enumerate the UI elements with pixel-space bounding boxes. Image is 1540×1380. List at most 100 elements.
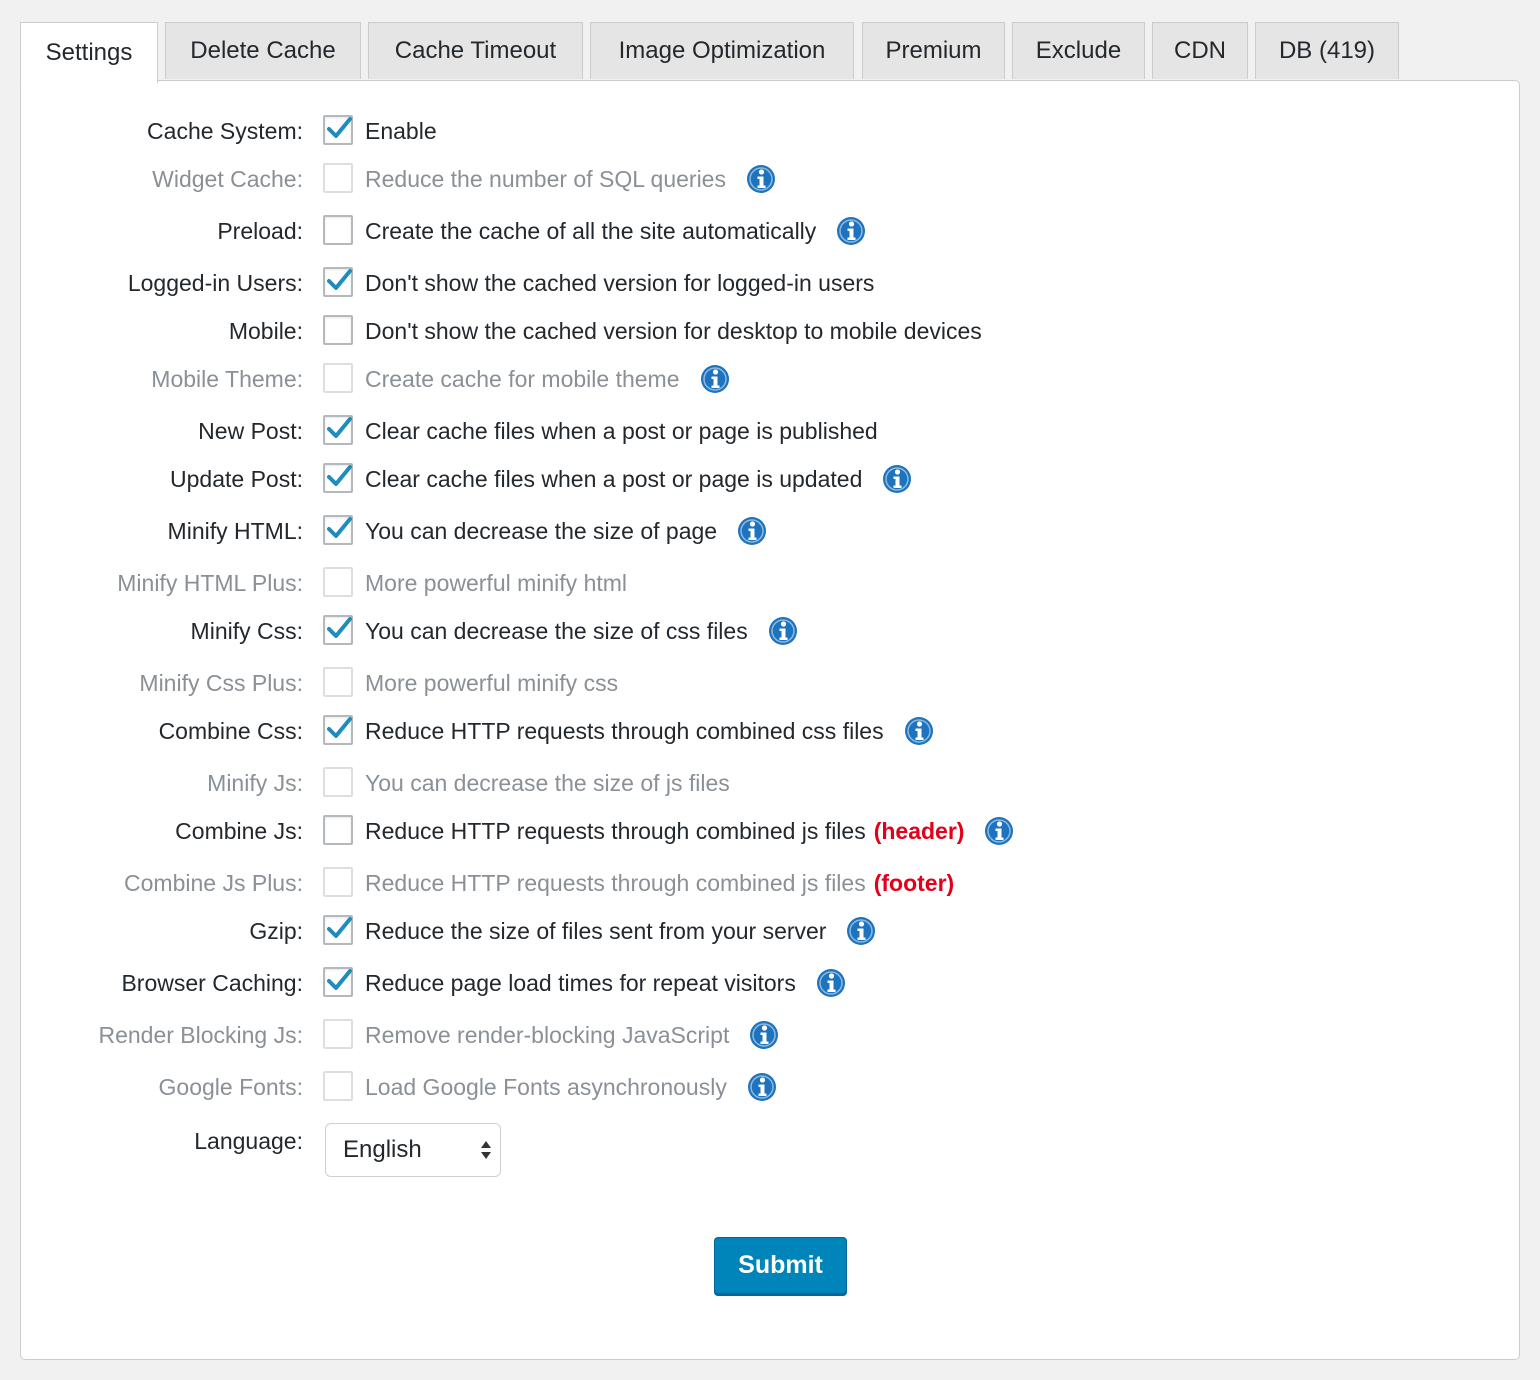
setting-row-new-post: New Post: Clear cache files when a post o…: [21, 411, 1521, 451]
setting-label: Minify HTML:: [167, 518, 303, 544]
update-post-checkbox[interactable]: [323, 463, 353, 493]
gzip-checkbox[interactable]: [323, 915, 353, 945]
setting-row-google-fonts: Google Fonts: Load Google Fonts asynchron…: [21, 1067, 1521, 1107]
setting-row-minify-css: Minify Css: You can decrease the size of …: [21, 611, 1521, 651]
checkmark-icon: [327, 117, 352, 138]
setting-label: Minify HTML Plus:: [117, 570, 303, 596]
submit-button[interactable]: Submit: [714, 1237, 847, 1294]
info-icon[interactable]: [768, 616, 798, 646]
setting-label: Minify Css:: [190, 618, 303, 644]
tab-label: Delete Cache: [190, 37, 336, 64]
tab-delete-cache[interactable]: Delete Cache: [165, 22, 361, 79]
setting-label: Mobile:: [228, 318, 303, 344]
setting-row-browser-caching: Browser Caching: Reduce page load times f…: [21, 963, 1521, 1003]
position-tag: (footer): [873, 870, 955, 896]
checkmark-icon: [327, 917, 352, 938]
info-icon[interactable]: [882, 464, 912, 494]
setting-label: Minify Css Plus:: [139, 670, 303, 696]
new-post-checkbox[interactable]: [323, 415, 353, 445]
setting-row-mobile-theme: Mobile Theme: Create cache for mobile the…: [21, 359, 1521, 399]
browser-caching-checkbox[interactable]: [323, 967, 353, 997]
info-icon[interactable]: [746, 164, 776, 194]
minify-css-checkbox[interactable]: [323, 615, 353, 645]
info-icon[interactable]: [816, 968, 846, 998]
tab-label: Settings: [45, 39, 133, 66]
info-icon[interactable]: [747, 1072, 777, 1102]
info-icon[interactable]: [749, 1020, 779, 1050]
setting-description-text: Reduce HTTP requests through combined cs…: [365, 718, 884, 744]
setting-description: You can decrease the size of js files: [365, 763, 730, 803]
setting-description: Reduce the number of SQL queries: [365, 159, 776, 199]
setting-row-minify-js: Minify Js: You can decrease the size of j…: [21, 763, 1521, 803]
logged-in-users-checkbox[interactable]: [323, 267, 353, 297]
info-icon[interactable]: [737, 516, 767, 546]
setting-description-text: Reduce the size of files sent from your …: [365, 918, 827, 944]
setting-row-preload: Preload: Create the cache of all the site…: [21, 211, 1521, 251]
cache-system-checkbox[interactable]: [323, 115, 353, 145]
language-select[interactable]: English: [325, 1123, 501, 1177]
setting-description-text: Reduce HTTP requests through combined js…: [365, 870, 866, 896]
setting-label: Combine Js Plus:: [124, 870, 303, 896]
setting-description-text: Clear cache files when a post or page is…: [365, 418, 878, 444]
setting-description-text: Don't show the cached version for deskto…: [365, 318, 982, 344]
language-label: Language:: [194, 1128, 303, 1154]
checkmark-icon: [327, 717, 352, 738]
setting-description: Reduce HTTP requests through combined js…: [365, 811, 1014, 851]
setting-description-text: Clear cache files when a post or page is…: [365, 466, 863, 492]
setting-label: Google Fonts:: [158, 1074, 303, 1100]
select-arrows-icon: [481, 1141, 491, 1159]
setting-row-minify-html-plus: Minify HTML Plus: More powerful minify ht…: [21, 563, 1521, 603]
mobile-checkbox[interactable]: [323, 315, 353, 345]
info-icon[interactable]: [984, 816, 1014, 846]
setting-description-text: Reduce the number of SQL queries: [365, 166, 726, 192]
info-icon[interactable]: [836, 216, 866, 246]
combine-js-plus-checkbox: [323, 867, 353, 897]
setting-description-text: You can decrease the size of js files: [365, 770, 730, 796]
tab-premium[interactable]: Premium: [862, 22, 1005, 79]
setting-description: Enable: [365, 111, 437, 151]
setting-description: Remove render-blocking JavaScript: [365, 1015, 779, 1055]
setting-row-update-post: Update Post: Clear cache files when a pos…: [21, 459, 1521, 499]
setting-label: Cache System:: [147, 118, 303, 144]
setting-row-combine-js: Combine Js: Reduce HTTP requests through …: [21, 811, 1521, 851]
setting-row-minify-css-plus: Minify Css Plus: More powerful minify css: [21, 663, 1521, 703]
tab-db[interactable]: DB (419): [1255, 22, 1399, 79]
setting-description: Create the cache of all the site automat…: [365, 211, 866, 251]
setting-description-text: Create the cache of all the site automat…: [365, 218, 817, 244]
combine-css-checkbox[interactable]: [323, 715, 353, 745]
tab-label: DB (419): [1278, 37, 1376, 64]
setting-description: Don't show the cached version for deskto…: [365, 311, 982, 351]
setting-row-combine-css: Combine Css: Reduce HTTP requests through…: [21, 711, 1521, 751]
setting-row-gzip: Gzip: Reduce the size of files sent from …: [21, 911, 1521, 951]
tab-settings[interactable]: Settings: [20, 22, 158, 83]
checkmark-icon: [327, 969, 352, 990]
tab-label: Premium: [885, 37, 982, 64]
setting-row-minify-html: Minify HTML: You can decrease the size of…: [21, 511, 1521, 551]
setting-description-text: Remove render-blocking JavaScript: [365, 1022, 730, 1048]
tab-label: Image Optimization: [618, 37, 826, 64]
setting-label: Browser Caching:: [121, 970, 303, 996]
tab-image-optimization[interactable]: Image Optimization: [590, 22, 854, 79]
minify-html-checkbox[interactable]: [323, 515, 353, 545]
info-icon[interactable]: [904, 716, 934, 746]
tab-cache-timeout[interactable]: Cache Timeout: [368, 22, 583, 79]
position-tag: (header): [873, 818, 965, 844]
setting-description-text: Create cache for mobile theme: [365, 366, 680, 392]
info-icon[interactable]: [846, 916, 876, 946]
setting-row-render-blocking-js: Render Blocking Js: Remove render-blockin…: [21, 1015, 1521, 1055]
setting-description: Don't show the cached version for logged…: [365, 263, 874, 303]
setting-row-mobile: Mobile: Don't show the cached version for…: [21, 311, 1521, 351]
setting-label: Render Blocking Js:: [98, 1022, 303, 1048]
checkmark-icon: [327, 517, 352, 538]
setting-description: You can decrease the size of css files: [365, 611, 798, 651]
info-icon[interactable]: [700, 364, 730, 394]
setting-row-combine-js-plus: Combine Js Plus: Reduce HTTP requests thr…: [21, 863, 1521, 903]
tab-cdn[interactable]: CDN: [1152, 22, 1248, 79]
combine-js-checkbox[interactable]: [323, 815, 353, 845]
tab-exclude[interactable]: Exclude: [1012, 22, 1145, 79]
checkmark-icon: [327, 617, 352, 638]
preload-checkbox[interactable]: [323, 215, 353, 245]
mobile-theme-checkbox: [323, 363, 353, 393]
tab-label: CDN: [1174, 37, 1226, 64]
setting-description: You can decrease the size of page: [365, 511, 767, 551]
